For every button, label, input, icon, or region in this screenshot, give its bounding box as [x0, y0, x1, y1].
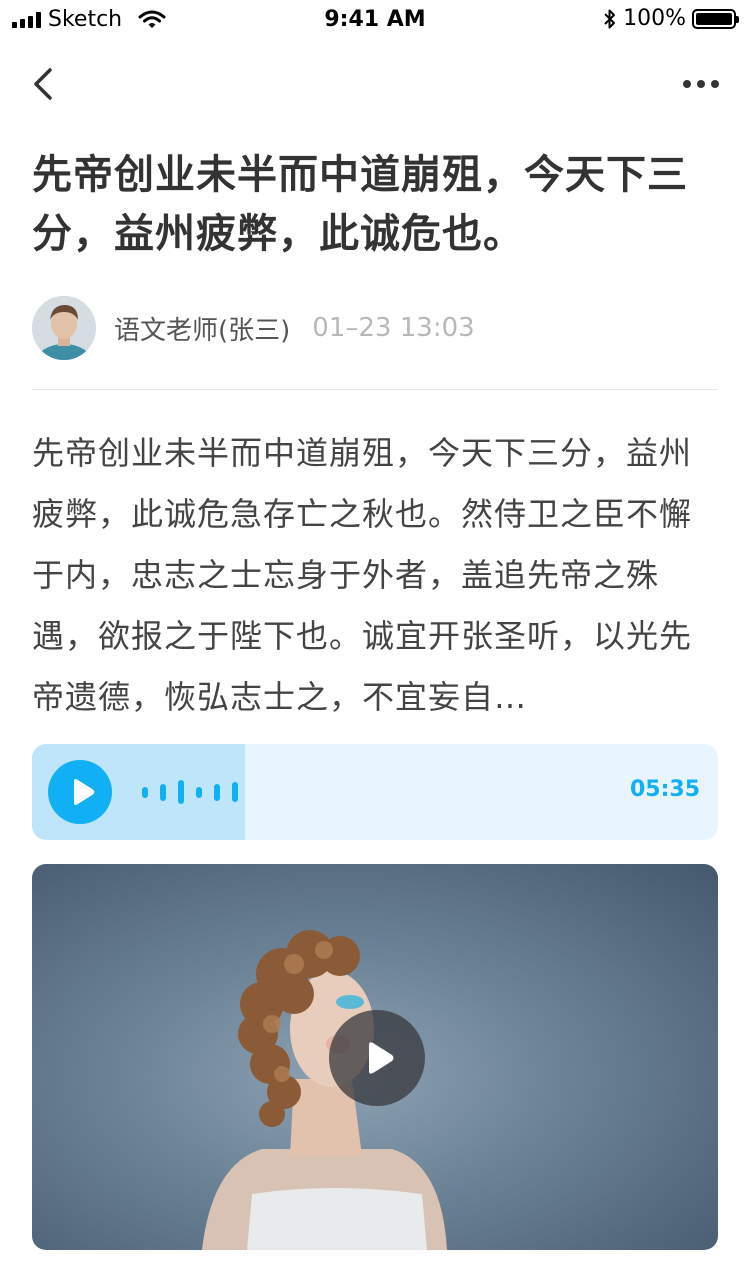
status-right: 100%: [603, 6, 739, 31]
status-bar: Sketch 9:41 AM 100%: [0, 0, 750, 40]
more-button[interactable]: [682, 76, 720, 90]
post-time: 01–23 13:03: [312, 313, 475, 343]
author-name[interactable]: 语文老师(张三): [114, 310, 290, 347]
back-button[interactable]: [30, 66, 60, 102]
audio-player[interactable]: 05:35: [32, 744, 718, 840]
audio-waveform-icon: [142, 780, 238, 804]
chevron-left-icon: [34, 68, 52, 100]
author-row: 语文老师(张三) 01–23 13:03: [32, 296, 475, 360]
avatar[interactable]: [32, 296, 96, 360]
play-icon: [369, 1042, 394, 1074]
play-icon: [74, 779, 95, 805]
more-horizontal-icon: [683, 80, 719, 88]
bluetooth-icon: [604, 9, 616, 28]
avatar-portrait: [32, 296, 96, 360]
divider: [32, 389, 718, 390]
article-body: 先帝创业未半而中道崩殂，今天下三分，益州疲弊，此诚危急存亡之秋也。然侍卫之臣不懈…: [32, 434, 693, 716]
audio-play-button[interactable]: [48, 760, 112, 824]
video-player[interactable]: [32, 864, 718, 1250]
video-play-button[interactable]: [329, 1010, 425, 1106]
battery-percent: 100%: [623, 6, 686, 31]
audio-duration: 05:35: [629, 777, 700, 802]
article-title: 先帝创业未半而中道崩殂，今天下三分，益州疲弊，此诚危也。: [32, 152, 688, 257]
battery-icon: [692, 8, 739, 29]
